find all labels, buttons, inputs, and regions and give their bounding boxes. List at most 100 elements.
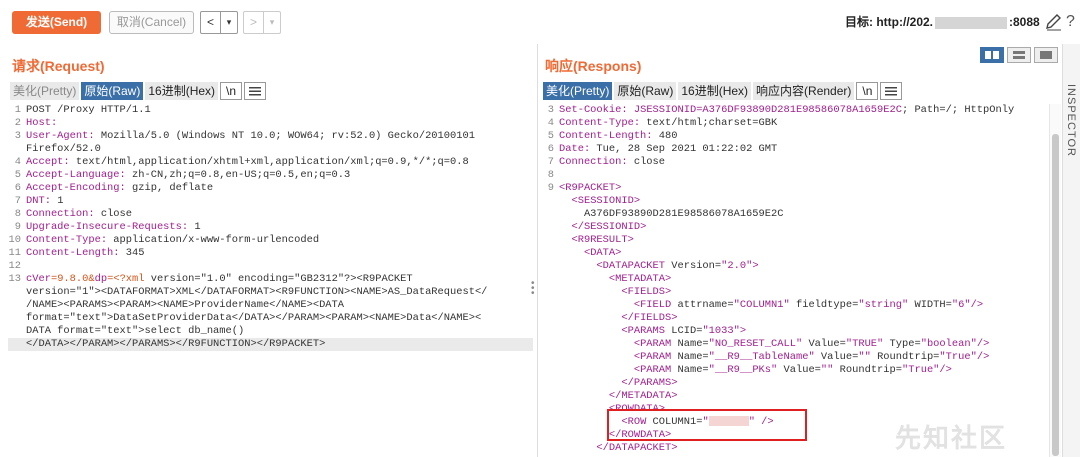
code-token: "True" bbox=[939, 351, 977, 363]
tab-response-render[interactable]: 响应内容(Render) bbox=[753, 82, 855, 100]
code-line: 12 bbox=[8, 260, 533, 273]
code-line: <R9RESULT> bbox=[541, 234, 1048, 247]
code-token: <FIELD bbox=[633, 299, 672, 311]
response-scrollbar[interactable] bbox=[1049, 104, 1061, 457]
line-number bbox=[541, 325, 554, 338]
code-token: DATA format="text">select db_name() bbox=[26, 325, 245, 337]
pane-divider[interactable] bbox=[537, 44, 538, 457]
line-number bbox=[541, 286, 554, 299]
code-line: 2 Host: bbox=[8, 117, 533, 130]
code-token: cVer bbox=[26, 273, 51, 285]
edit-pencil-icon[interactable] bbox=[1044, 12, 1064, 32]
line-number: 13 bbox=[8, 273, 21, 285]
code-token: JSESSIONID=A376DF93890D281E98586078A1659… bbox=[633, 104, 902, 116]
line-number bbox=[541, 208, 554, 221]
send-button[interactable]: 发送(Send) bbox=[12, 11, 101, 34]
line-number: 10 bbox=[8, 234, 21, 246]
line-number bbox=[8, 338, 21, 351]
split-vertical-icon[interactable] bbox=[1007, 47, 1031, 63]
tab-response-pretty[interactable]: 美化(Pretty) bbox=[543, 82, 613, 100]
tab-response-newline[interactable]: \n bbox=[856, 82, 879, 100]
line-number bbox=[8, 299, 21, 312]
code-token: "1033" bbox=[702, 325, 740, 337]
code-token: </DATA></PARAM></PARAMS></R9FUNCTION></R… bbox=[26, 338, 326, 350]
code-token: <DATA> bbox=[583, 247, 622, 259]
back-button[interactable]: < ▾ bbox=[200, 11, 238, 34]
dropdown-icon[interactable]: ▾ bbox=[221, 12, 237, 33]
line-number bbox=[541, 377, 554, 390]
split-horizontal-icon[interactable] bbox=[980, 47, 1004, 63]
code-token: Version= bbox=[665, 260, 722, 272]
line-number: 6 bbox=[547, 143, 554, 155]
single-pane-icon[interactable] bbox=[1034, 47, 1058, 63]
tab-request-pretty[interactable]: 美化(Pretty) bbox=[10, 82, 80, 100]
request-menu-icon[interactable] bbox=[244, 82, 267, 100]
code-token: =<?xml bbox=[107, 273, 145, 285]
code-token: Content-Length: bbox=[559, 130, 653, 142]
line-number: 3 bbox=[547, 104, 554, 116]
code-token: "" bbox=[858, 351, 871, 363]
code-line: 6 Date: Tue, 28 Sep 2021 01:22:02 GMT bbox=[541, 143, 1048, 156]
code-token: ; Path=/; HttpOnly bbox=[901, 104, 1015, 116]
line-number: 3 bbox=[14, 130, 21, 142]
line-number: 1 bbox=[14, 104, 21, 116]
request-title: 请求(Request) bbox=[12, 58, 105, 74]
inspector-panel[interactable]: INSPECTOR bbox=[1062, 44, 1080, 457]
code-token: Connection: bbox=[26, 208, 95, 220]
code-token: User-Agent: bbox=[26, 130, 95, 142]
code-line: 3 User-Agent: Mozilla/5.0 (Windows NT 10.… bbox=[8, 130, 533, 143]
code-token: 1 bbox=[188, 221, 201, 233]
code-line: 11 Content-Length: 345 bbox=[8, 247, 533, 260]
layout-switcher bbox=[980, 47, 1061, 63]
code-token: Value= bbox=[777, 364, 821, 376]
response-editor[interactable]: 3 Set-Cookie: JSESSIONID=A376DF93890D281E… bbox=[541, 104, 1048, 457]
code-token: "__R9__PKs" bbox=[708, 364, 778, 376]
help-icon[interactable]: ? bbox=[1066, 12, 1080, 32]
line-number: 5 bbox=[547, 130, 554, 142]
tab-request-hex[interactable]: 16进制(Hex) bbox=[145, 82, 219, 100]
code-token: /NAME><PARAMS><PARAM><NAME>ProviderName<… bbox=[26, 299, 345, 311]
request-editor[interactable]: 1 POST /Proxy HTTP/1.1 2 Host: 3 User-Agent: … bbox=[8, 104, 533, 354]
drag-handle-icon[interactable]: • • • bbox=[531, 279, 535, 299]
code-line: <FIELDS> bbox=[541, 286, 1048, 299]
code-token: 480 bbox=[652, 130, 678, 142]
code-line: version="1"><DATAFORMAT>XML</DATAFORMAT>… bbox=[8, 286, 533, 299]
code-token: <PARAM bbox=[633, 338, 672, 350]
code-token: "2.0" bbox=[721, 260, 753, 272]
code-token: fieldtype= bbox=[789, 299, 859, 311]
code-line: <PARAM Name= "__R9__TableName" Value= "" R… bbox=[541, 351, 1048, 364]
code-token: 345 bbox=[119, 247, 145, 259]
line-number bbox=[541, 260, 554, 273]
scrollbar-thumb[interactable] bbox=[1052, 134, 1059, 456]
target-prefix: 目标: http://202. bbox=[845, 15, 934, 29]
tab-request-raw[interactable]: 原始(Raw) bbox=[81, 82, 144, 100]
code-token: > bbox=[739, 325, 747, 337]
code-token: </FIELDS> bbox=[621, 312, 678, 324]
code-line: <PARAM Name= "__R9__PKs" Value= "" Roundtr… bbox=[541, 364, 1048, 377]
dropdown-icon[interactable]: ▾ bbox=[264, 12, 280, 33]
forward-button[interactable]: > ▾ bbox=[243, 11, 281, 34]
code-token: Date: bbox=[559, 143, 591, 155]
code-token: DNT: bbox=[26, 195, 51, 207]
code-line: <PARAM Name= "NO_RESET_CALL" Value= "TRUE"… bbox=[541, 338, 1048, 351]
code-token: 1 bbox=[50, 195, 64, 207]
code-token: /> bbox=[976, 338, 990, 350]
tab-request-newline[interactable]: \n bbox=[220, 82, 243, 100]
cancel-button[interactable]: 取消(Cancel) bbox=[109, 11, 194, 34]
code-token: "6" bbox=[951, 299, 971, 311]
line-number bbox=[541, 273, 554, 286]
tab-response-hex[interactable]: 16进制(Hex) bbox=[678, 82, 752, 100]
line-number: 8 bbox=[14, 208, 21, 220]
code-line: 6 Accept-Encoding: gzip, deflate bbox=[8, 182, 533, 195]
code-token: <DATAPACKET bbox=[596, 260, 666, 272]
response-menu-icon[interactable] bbox=[880, 82, 903, 100]
code-token: zh-CN,zh;q=0.8,en-US;q=0.5,en;q=0.3 bbox=[125, 169, 351, 181]
tab-response-raw[interactable]: 原始(Raw) bbox=[614, 82, 677, 100]
